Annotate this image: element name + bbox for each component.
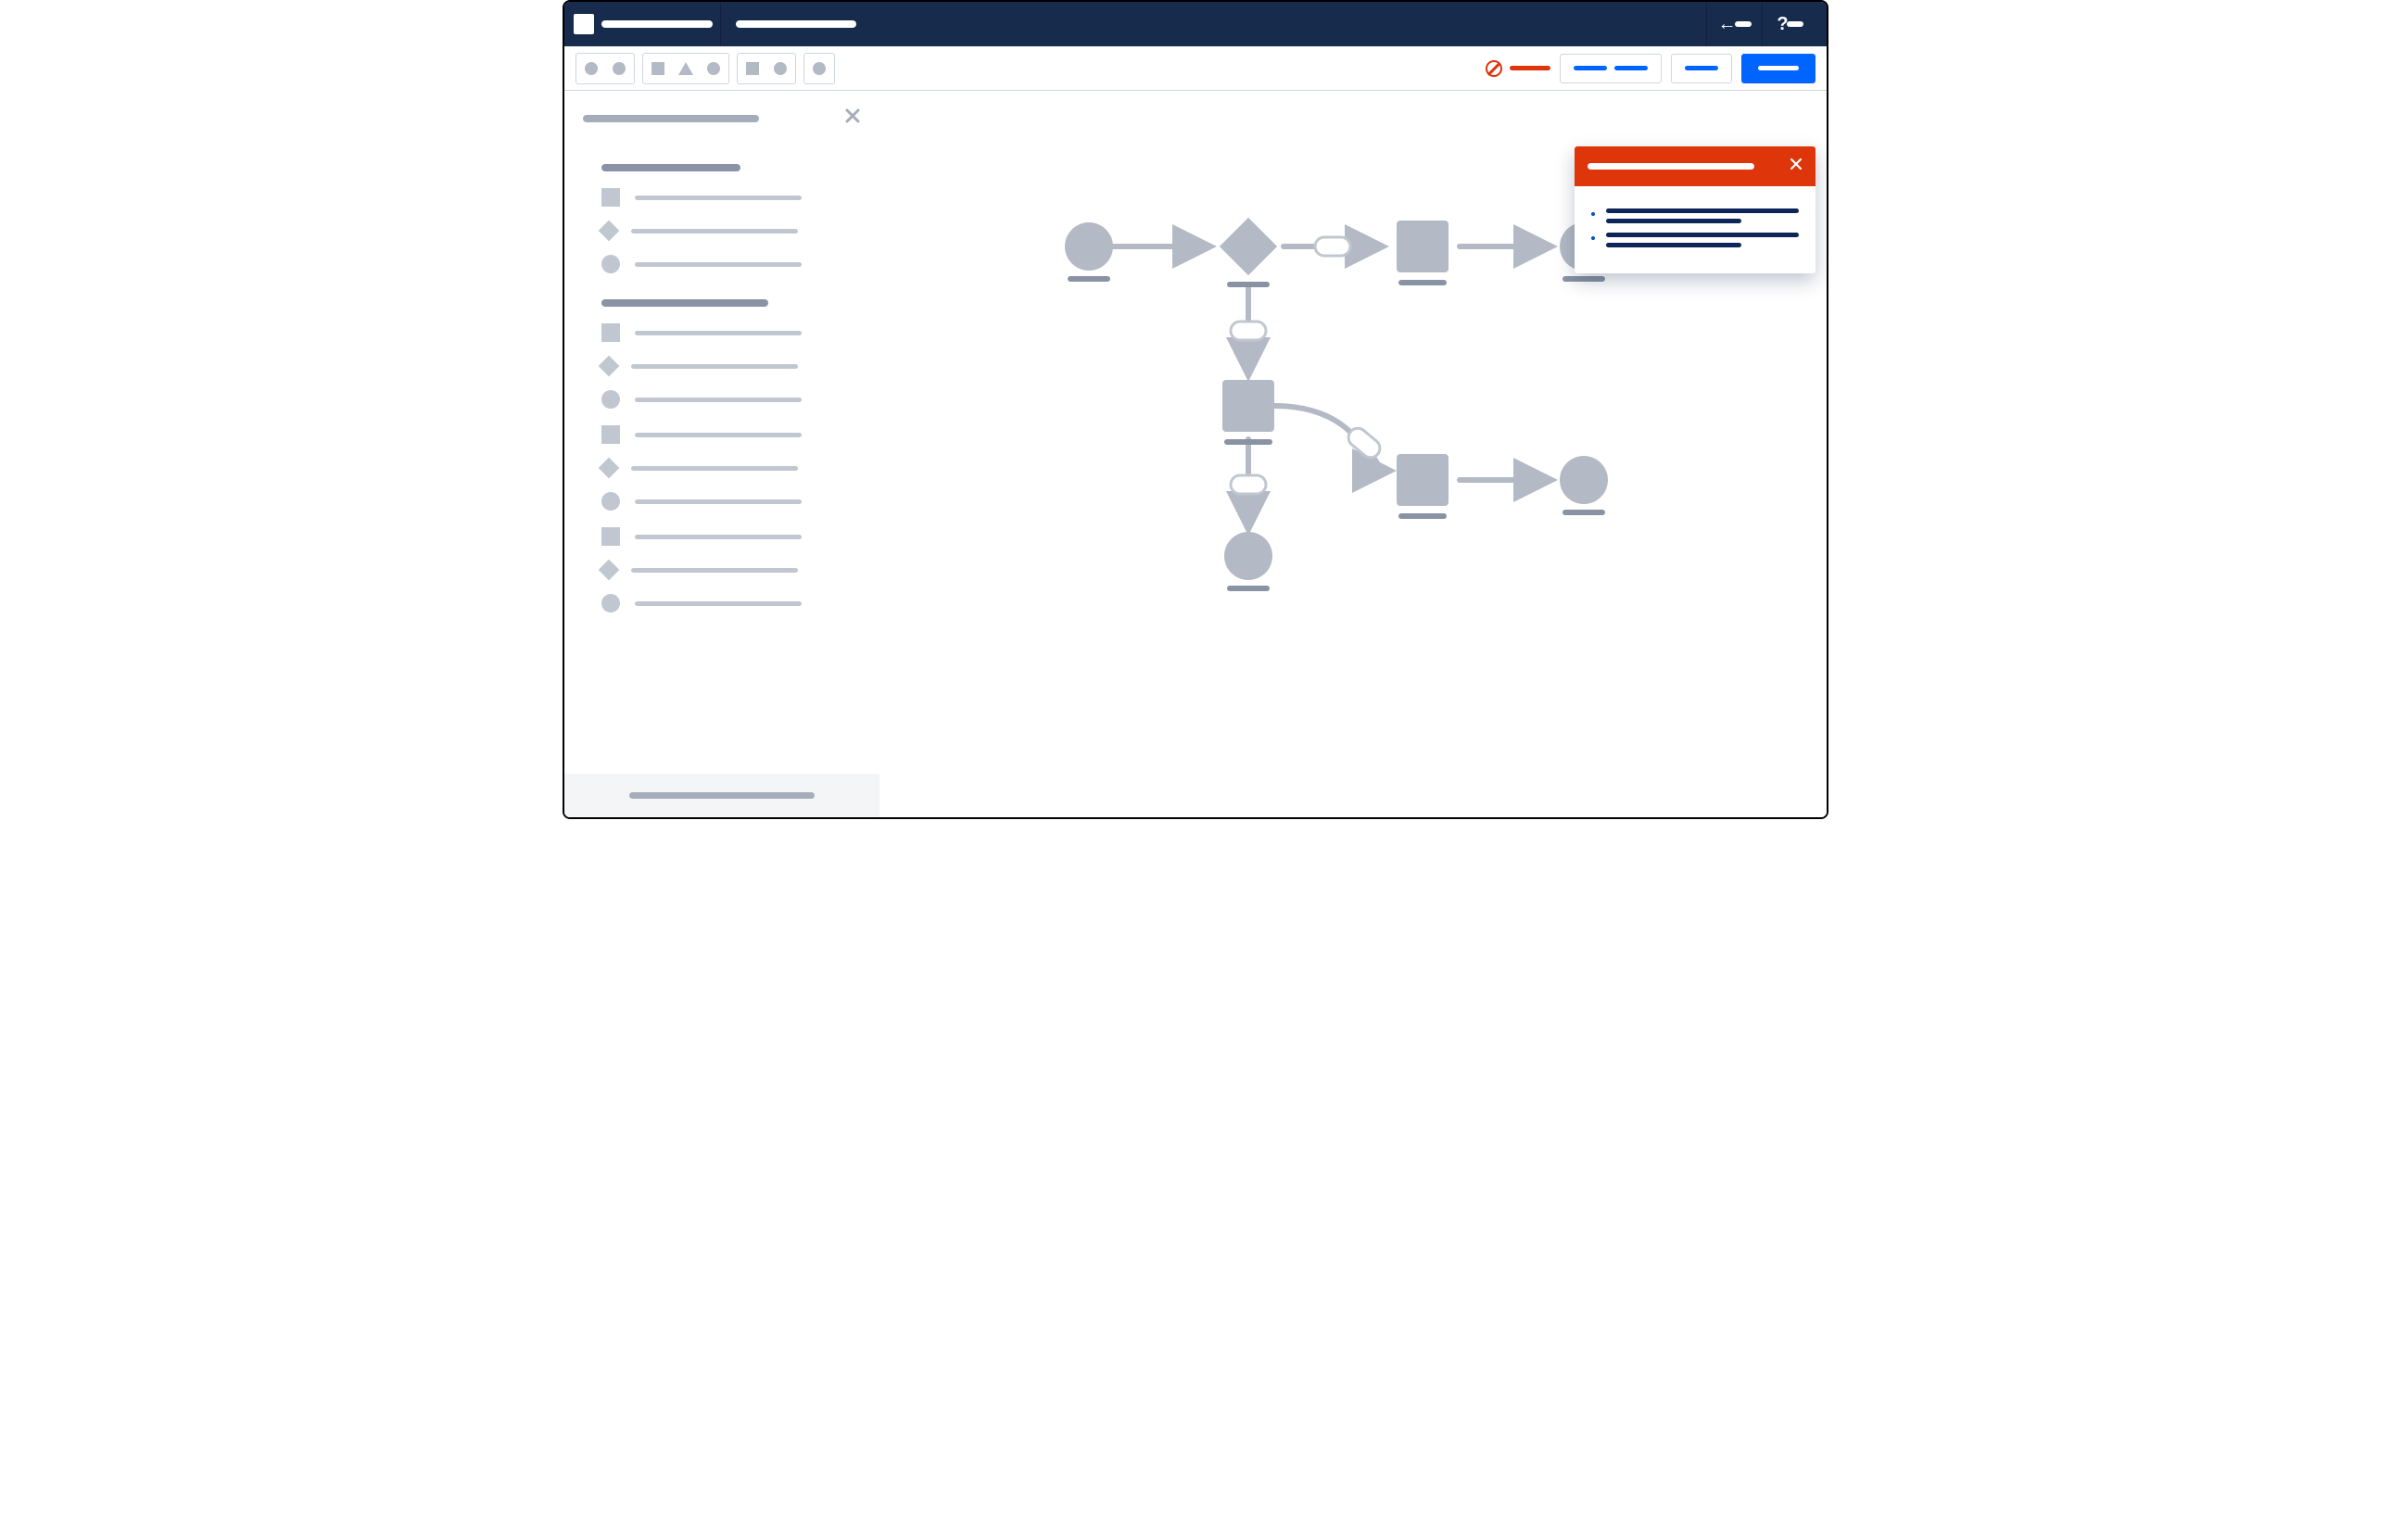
toolbar-primary-button[interactable] [1741,54,1815,83]
toolbar-group-2 [642,53,729,84]
palette-item-label [635,196,802,200]
palette-item[interactable] [601,492,856,511]
diamond-icon [599,560,620,581]
diamond-icon [599,221,620,242]
app-frame: ← ? [563,0,1828,819]
top-nav: ← ? [564,2,1827,46]
palette-item-label [631,466,798,471]
side-section-title [601,299,768,307]
palette-item[interactable] [601,461,856,475]
toolbar-secondary-label [1685,66,1718,70]
nav-divider [720,2,721,46]
square-icon [601,188,620,207]
help-label [1787,21,1803,27]
popover-error-item[interactable] [1591,208,1799,223]
toolbar [564,46,1827,91]
palette-item-label [631,568,798,573]
workflow-canvas[interactable] [879,91,1827,817]
toolbar-shape-square[interactable] [740,57,765,81]
side-panel-title [583,115,759,122]
toolbar-group-3 [737,53,796,84]
toolbar-shape-circle[interactable] [579,57,603,81]
toolbar-link-a [1574,66,1607,70]
side-panel-footer[interactable] [564,774,879,817]
toolbar-shape-circle[interactable] [607,57,631,81]
popover-header [1575,146,1815,186]
bullet-icon [1591,236,1595,240]
side-panel-close-button[interactable] [844,107,861,129]
circle-icon [601,255,620,273]
toolbar-primary-label [1758,66,1799,70]
side-panel-footer-label [629,792,815,799]
back-button[interactable]: ← [1706,2,1762,46]
palette-item-label [635,398,802,402]
popover-close-button[interactable] [1790,158,1803,175]
validation-label [1510,66,1550,70]
circle-icon [601,492,620,511]
close-icon [844,107,861,124]
popover-error-text [1606,233,1799,237]
palette-item[interactable] [601,562,856,577]
toolbar-group-1 [576,53,635,84]
toolbar-shape-triangle[interactable] [674,57,698,81]
circle-icon [601,594,620,612]
palette-item[interactable] [601,425,856,444]
toolbar-secondary-button[interactable] [1671,54,1732,83]
popover-body [1575,186,1815,273]
help-button[interactable]: ? [1762,2,1817,46]
palette-item-label [635,499,802,504]
diamond-icon [599,356,620,377]
palette-item[interactable] [601,594,856,612]
palette-item-label [635,535,802,539]
popover-error-text [1606,208,1799,213]
palette-item-label [635,601,802,606]
back-arrow-icon: ← [1718,14,1737,35]
diamond-icon [599,458,620,479]
square-icon [601,323,620,342]
palette-item[interactable] [601,223,856,238]
toolbar-link-group[interactable] [1560,54,1662,83]
palette-item[interactable] [601,323,856,342]
popover-error-item[interactable] [1591,233,1799,247]
back-label [1735,21,1752,27]
palette-item[interactable] [601,255,856,273]
side-section-title [601,164,740,171]
palette-item[interactable] [601,188,856,207]
popover-title [1588,163,1754,170]
palette-item[interactable] [601,390,856,409]
validation-status[interactable] [1486,60,1550,77]
app-title [601,20,713,28]
validation-error-popover [1575,146,1815,273]
toolbar-shape-circle[interactable] [768,57,792,81]
toolbar-shape-circle[interactable] [702,57,726,81]
circle-icon [601,390,620,409]
palette-item-label [631,229,798,234]
side-panel [564,91,879,817]
palette-item-label [635,331,802,335]
palette-item[interactable] [601,527,856,546]
toolbar-shape-square[interactable] [646,57,670,81]
palette-item-label [635,262,802,267]
palette-item-label [635,433,802,437]
toolbar-link-b [1614,66,1648,70]
toolbar-shape-circle[interactable] [807,57,831,81]
close-icon [1790,158,1803,170]
square-icon [601,527,620,546]
error-icon [1486,60,1502,77]
toolbar-group-4 [803,53,835,84]
palette-item-label [631,364,798,369]
app-logo-icon[interactable] [574,14,594,34]
palette-item[interactable] [601,359,856,373]
side-panel-body [564,138,879,774]
bullet-icon [1591,212,1595,216]
square-icon [601,425,620,444]
context-title [736,20,856,28]
